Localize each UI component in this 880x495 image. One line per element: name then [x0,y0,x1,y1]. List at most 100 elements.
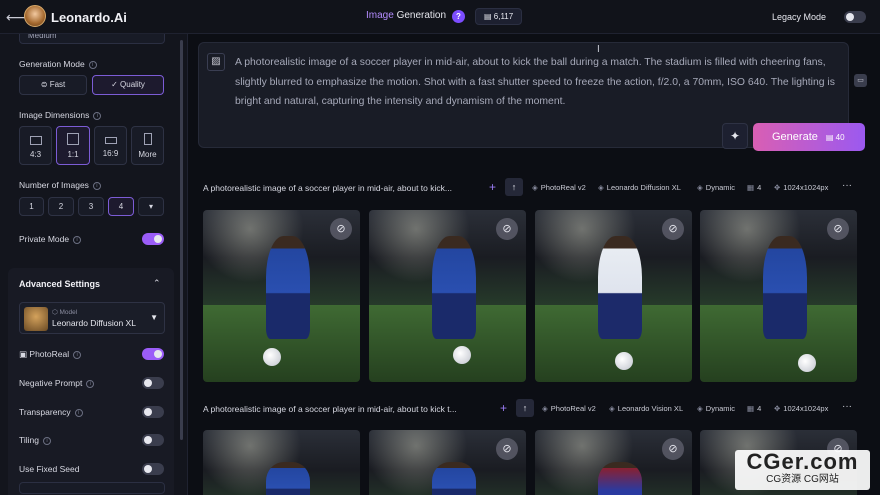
plus-icon[interactable]: + [500,401,507,415]
generation-mode-label: Generation Mode i [19,59,97,69]
private-mode-toggle[interactable] [142,233,164,245]
private-mode-label: Private Mode i [19,234,82,244]
preset-tag: ◈ PhotoReal v2 [542,404,596,413]
info-icon[interactable]: i [43,436,51,445]
style-icon: ◈ [697,404,703,413]
generate-button[interactable]: Generate ▤ 40 [753,123,865,151]
fixed-seed-toggle[interactable] [142,463,164,475]
images-icon: ▦ [747,404,755,413]
more-icon[interactable]: ··· [842,180,852,191]
eye-off-icon[interactable]: ⊘ [330,218,352,240]
generated-image[interactable]: ⊘ [535,210,692,382]
resize-icon: ✥ [774,183,781,192]
sidebar: Medium Generation Mode i ⊜ Fast ✓ Quality… [0,34,188,495]
size-tag: ✥ 1024x1024px [774,404,829,413]
generated-image[interactable]: ⊘ [700,210,857,382]
sidebar-scrollbar[interactable] [180,40,183,440]
top-bar: ⟵ Leonardo.Ai Image Generation ? ▤ 6,117… [0,0,880,34]
dimension-4-3-button[interactable]: 4:3 [19,126,52,165]
image-ball [615,352,633,370]
generated-image[interactable]: ⊘ [203,210,360,382]
eye-off-icon[interactable]: ⊘ [662,438,684,460]
dimension-1-1-button[interactable]: 1:1 [56,126,90,165]
drag-handle-icon[interactable]: ▭ [854,74,867,87]
photoreal-label: ▣ PhotoReal i [19,349,82,360]
help-icon[interactable]: ? [452,10,465,23]
image-icon[interactable]: ▨ [207,53,225,71]
preset-icon: ◈ [532,183,538,192]
seed-input[interactable] [19,482,165,494]
photoreal-toggle[interactable] [142,348,164,360]
info-icon[interactable]: i [73,350,82,359]
caret-down-icon: ▼ [150,313,158,322]
preset-select[interactable]: Medium [19,34,165,44]
token-count: 6,117 [493,12,514,21]
model-thumbnail [24,307,48,331]
count-2-button[interactable]: 2 [48,197,74,216]
info-icon[interactable]: i [88,60,97,69]
info-icon[interactable]: i [86,379,95,388]
model-tag: ◈ Leonardo Diffusion XL [598,183,681,192]
model-tag: ◈ Leonardo Vision XL [609,404,684,413]
dimension-16-9-button[interactable]: 16:9 [94,126,127,165]
avatar[interactable] [24,5,46,27]
eye-off-icon[interactable]: ⊘ [496,438,518,460]
more-icon[interactable]: ··· [842,401,852,412]
image-dimensions-label: Image Dimensions i [19,110,102,120]
generated-image[interactable]: ⊘ [369,210,526,382]
legacy-mode-toggle[interactable] [844,11,866,23]
eye-off-icon[interactable]: ⊘ [827,218,849,240]
eye-off-icon[interactable]: ⊘ [662,218,684,240]
sparkle-icon[interactable]: ✦ [722,123,748,149]
mode-fast-button[interactable]: ⊜ Fast [19,75,87,95]
aspect-icon [143,133,152,145]
mode-quality-button[interactable]: ✓ Quality [92,75,164,95]
style-icon: ◈ [697,183,703,192]
model-select[interactable]: ⬡ Model Leonardo Diffusion XL ▼ [19,302,165,334]
info-icon[interactable]: i [73,235,82,244]
token-balance[interactable]: ▤ 6,117 [475,8,523,25]
info-icon[interactable]: i [92,181,101,190]
prompt-input[interactable]: A photorealistic image of a soccer playe… [235,53,847,112]
chevron-up-icon[interactable]: ⌃ [153,278,161,289]
transparency-toggle[interactable] [142,406,164,418]
info-icon[interactable]: i [93,111,102,120]
generated-image[interactable]: ⊘ [535,430,692,495]
arrow-left-icon[interactable]: ⟵ [6,9,26,26]
generated-image[interactable] [203,430,360,495]
generation-header: A photorealistic image of a soccer playe… [190,399,870,419]
number-of-images-label: Number of Images i [19,180,101,190]
dimension-more-button[interactable]: More [131,126,164,165]
images-icon: ▦ [747,183,755,192]
negative-prompt-toggle[interactable] [142,377,164,389]
arrow-up-icon[interactable]: ↑ [505,178,523,196]
generation-prompt[interactable]: A photorealistic image of a soccer playe… [203,404,457,414]
fixed-seed-label: Use Fixed Seed [19,464,80,474]
style-tag: ◈ Dynamic [697,183,735,192]
count-tag: ▦ 4 [747,404,762,413]
page-title: Image Generation [366,10,446,21]
image-subject [597,235,642,339]
text-cursor-icon: I [597,44,600,55]
aspect-icon [67,133,79,145]
image-ball [263,348,281,366]
bolt-icon: ⊜ [40,80,50,89]
size-tag: ✥ 1024x1024px [774,183,829,192]
prompt-panel: ▨ A photorealistic image of a soccer pla… [198,42,865,151]
generated-image[interactable]: ⊘ [369,430,526,495]
model-name: Leonardo Diffusion XL [52,318,136,328]
info-icon[interactable]: i [74,408,83,417]
arrow-up-icon[interactable]: ↑ [516,399,534,417]
advanced-settings-title: Advanced Settings [19,279,101,289]
generation-prompt[interactable]: A photorealistic image of a soccer playe… [203,183,452,193]
tiling-toggle[interactable] [142,434,164,446]
count-3-button[interactable]: 3 [78,197,104,216]
image-ball [798,354,816,372]
count-more-button[interactable]: ▾ [138,197,164,216]
plus-icon[interactable]: + [489,180,496,194]
eye-off-icon[interactable]: ⊘ [496,218,518,240]
count-4-button[interactable]: 4 [108,197,134,216]
image-subject [762,235,807,339]
count-1-button[interactable]: 1 [19,197,44,216]
check-circle-icon: ✓ [111,80,121,89]
